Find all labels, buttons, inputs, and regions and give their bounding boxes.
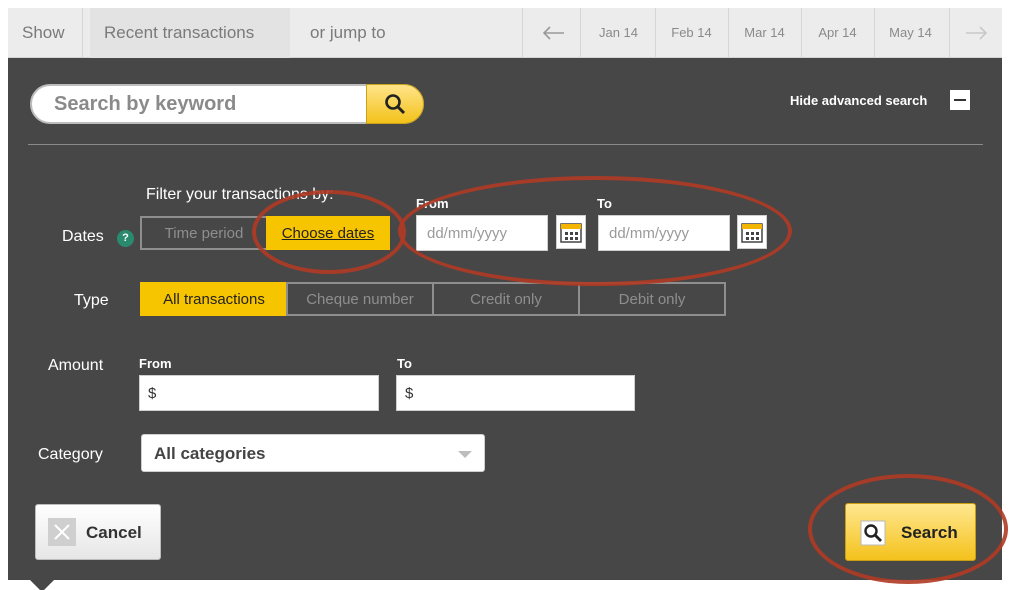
previous-period-button[interactable] [528, 8, 580, 58]
type-credit-only[interactable]: Credit only [432, 282, 580, 316]
category-label: Category [38, 446, 103, 463]
dates-label: Dates [62, 228, 104, 245]
show-label: Show [22, 23, 65, 42]
keyword-search-input[interactable] [54, 86, 374, 122]
cancel-button-label: Cancel [86, 523, 142, 542]
amount-label: Amount [48, 357, 104, 374]
panel-pointer [30, 580, 54, 590]
date-to-label: To [597, 196, 612, 211]
minus-icon [954, 99, 966, 101]
help-icon[interactable]: ? [117, 230, 134, 247]
category-selected-value: All categories [154, 444, 266, 463]
date-from-calendar-button[interactable] [556, 215, 586, 249]
chevron-down-icon [458, 451, 472, 458]
type-cheque-number[interactable]: Cheque number [286, 282, 434, 316]
panel-divider [28, 144, 983, 145]
divider [580, 8, 581, 58]
type-all-transactions[interactable]: All transactions [140, 282, 288, 316]
type-debit-only[interactable]: Debit only [578, 282, 726, 316]
divider [82, 8, 83, 58]
month-feb-14[interactable]: Feb 14 [655, 8, 728, 58]
calendar-icon [560, 223, 582, 243]
amount-from-input[interactable] [140, 376, 378, 410]
jump-to-label: or jump to [310, 23, 386, 42]
arrow-left-icon [543, 26, 564, 40]
search-icon [860, 520, 886, 551]
amount-from-label: From [139, 356, 172, 371]
arrow-right-icon [966, 26, 987, 40]
time-period-option[interactable]: Time period [140, 216, 268, 250]
divider [522, 8, 523, 58]
filter-intro-text: Filter your transactions by: [146, 186, 334, 203]
amount-from-field: $ [139, 375, 379, 411]
month-apr-14[interactable]: Apr 14 [801, 8, 874, 58]
date-to-input[interactable] [599, 216, 729, 250]
amount-to-label: To [397, 356, 412, 371]
next-period-button[interactable] [950, 8, 1002, 58]
advanced-search-panel [8, 58, 1002, 580]
hide-advanced-search-link[interactable]: Hide advanced search [790, 93, 927, 108]
collapse-toggle[interactable] [950, 90, 970, 110]
date-from-input[interactable] [417, 216, 547, 250]
period-nav-bar: Show Recent transactions or jump to Jan … [8, 8, 1002, 58]
choose-dates-option[interactable]: Choose dates [266, 216, 390, 250]
month-mar-14[interactable]: Mar 14 [728, 8, 801, 58]
date-from-field [416, 215, 548, 251]
category-select[interactable]: All categories [141, 434, 485, 472]
calendar-icon [741, 223, 763, 243]
month-jan-14[interactable]: Jan 14 [582, 8, 655, 58]
currency-symbol: $ [148, 385, 157, 402]
date-from-label: From [416, 196, 449, 211]
keyword-search-button[interactable] [366, 84, 424, 124]
amount-to-input[interactable] [397, 376, 634, 410]
date-to-field [598, 215, 730, 251]
month-may-14[interactable]: May 14 [874, 8, 947, 58]
search-icon [385, 94, 406, 115]
cancel-button[interactable]: Cancel [35, 504, 161, 560]
recent-transactions-tab[interactable]: Recent transactions [90, 8, 290, 58]
keyword-search [30, 84, 424, 124]
search-button[interactable]: Search [845, 503, 976, 561]
date-to-calendar-button[interactable] [737, 215, 767, 249]
amount-to-field: $ [396, 375, 635, 411]
type-label: Type [74, 292, 109, 309]
currency-symbol: $ [405, 385, 414, 402]
search-button-label: Search [901, 523, 958, 542]
close-icon [48, 518, 76, 546]
